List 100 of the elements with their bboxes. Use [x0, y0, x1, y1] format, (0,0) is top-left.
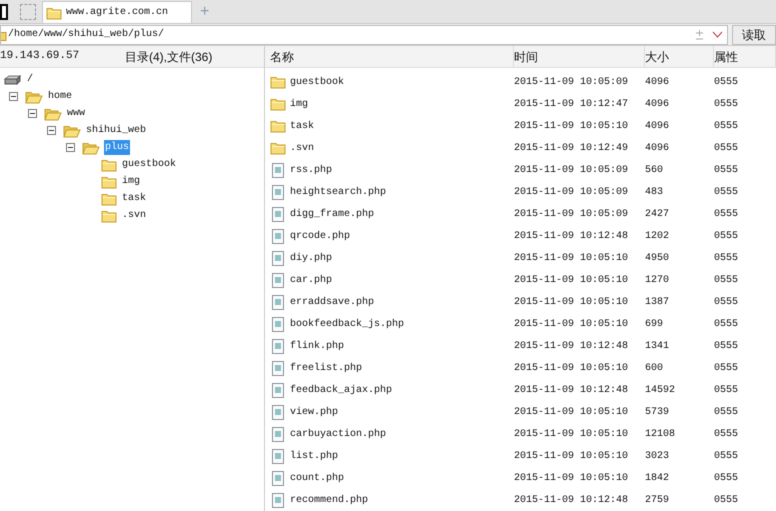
- file-icon: [272, 338, 284, 354]
- tree-item[interactable]: .svn: [121, 208, 148, 223]
- file-name[interactable]: qrcode.php: [290, 228, 350, 244]
- path-text: /home/www/shihui_web/plus/: [8, 28, 166, 42]
- modified-time: 2015-11-09 10:12:48: [514, 340, 628, 352]
- file-name[interactable]: img: [290, 96, 308, 112]
- open-folder-icon: [82, 140, 100, 154]
- folder-icon: [270, 75, 286, 89]
- folder-icon: [270, 119, 286, 133]
- file-icon: [272, 316, 284, 332]
- file-permissions: 0555: [714, 472, 738, 484]
- file-permissions: 0555: [714, 384, 738, 396]
- tree-item[interactable]: /: [26, 72, 34, 87]
- file-name[interactable]: car.php: [290, 272, 332, 288]
- modified-time: 2015-11-09 10:05:10: [514, 472, 628, 484]
- modified-time: 2015-11-09 10:12:48: [514, 230, 628, 242]
- file-size: 483: [645, 186, 664, 198]
- read-button[interactable]: 读取: [732, 24, 776, 44]
- file-icon: [272, 404, 284, 420]
- file-name[interactable]: diy.php: [290, 250, 332, 266]
- file-permissions: 0555: [714, 120, 738, 132]
- modified-time: 2015-11-09 10:05:10: [514, 296, 628, 308]
- column-header[interactable]: 名称: [265, 46, 514, 68]
- modified-time: 2015-11-09 10:05:10: [514, 318, 628, 330]
- file-size: 699: [645, 318, 664, 330]
- file-name[interactable]: task: [290, 118, 314, 134]
- file-name[interactable]: rss.php: [290, 162, 332, 178]
- file-size: 1842: [645, 472, 670, 484]
- file-permissions: 0555: [714, 208, 738, 220]
- app-icon[interactable]: [0, 4, 8, 20]
- file-name[interactable]: heightsearch.php: [290, 184, 386, 200]
- modified-time: 2015-11-09 10:12:47: [514, 98, 628, 110]
- file-name[interactable]: bookfeedback_js.php: [290, 316, 404, 332]
- file-icon: [272, 206, 284, 222]
- file-name[interactable]: guestbook: [290, 74, 344, 90]
- column-header[interactable]: 属性: [714, 46, 776, 68]
- file-icon: [272, 360, 284, 376]
- file-permissions: 0555: [714, 164, 738, 176]
- file-name[interactable]: carbuyaction.php: [290, 426, 386, 442]
- file-size: 1202: [645, 230, 670, 242]
- address-field[interactable]: /home/www/shihui_web/plus/: [0, 24, 728, 44]
- open-folder-icon: [44, 106, 62, 120]
- file-name[interactable]: .svn: [290, 140, 314, 156]
- folder-icon: [270, 97, 286, 111]
- chevron-down-icon[interactable]: [712, 31, 723, 38]
- modified-time: 2015-11-09 10:05:10: [514, 450, 628, 462]
- file-icon: [272, 184, 284, 200]
- file-permissions: 0555: [714, 450, 738, 462]
- collapse-toggle[interactable]: [28, 109, 37, 118]
- file-size: 4096: [645, 98, 670, 110]
- file-size: 3023: [645, 450, 670, 462]
- modified-time: 2015-11-09 10:05:10: [514, 120, 628, 132]
- file-name[interactable]: feedback_ajax.php: [290, 382, 392, 398]
- file-permissions: 0555: [714, 76, 738, 88]
- collapse-toggle[interactable]: [47, 126, 56, 135]
- tree-item[interactable]: task: [121, 191, 148, 206]
- column-header[interactable]: 时间: [514, 46, 645, 68]
- file-name[interactable]: digg_frame.php: [290, 206, 374, 222]
- file-name[interactable]: freelist.php: [290, 360, 362, 376]
- file-name[interactable]: flink.php: [290, 338, 344, 354]
- file-icon: [272, 250, 284, 266]
- file-name[interactable]: erraddsave.php: [290, 294, 374, 310]
- folder-icon: [101, 208, 117, 222]
- tree-item[interactable]: guestbook: [121, 157, 178, 172]
- file-name[interactable]: recommend.php: [290, 492, 368, 508]
- file-name[interactable]: count.php: [290, 470, 344, 486]
- tree-item[interactable]: www: [66, 106, 86, 121]
- file-icon: [272, 448, 284, 464]
- modified-time: 2015-11-09 10:05:09: [514, 208, 628, 220]
- file-icon: [272, 272, 284, 288]
- summary-text: 目录(4),文件(36): [125, 48, 212, 66]
- modified-time: 2015-11-09 10:05:10: [514, 252, 628, 264]
- collapse-toggle[interactable]: [9, 92, 18, 101]
- tree-item[interactable]: shihui_web: [85, 123, 148, 138]
- tree-item[interactable]: home: [47, 89, 74, 104]
- column-header[interactable]: 大小: [645, 46, 714, 68]
- folder-icon: [46, 6, 62, 20]
- file-size: 14592: [645, 384, 676, 396]
- file-name[interactable]: view.php: [290, 404, 338, 420]
- collapse-toggle[interactable]: [66, 143, 75, 152]
- file-size: 5739: [645, 406, 670, 418]
- file-size: 600: [645, 362, 664, 374]
- tree-item[interactable]: img: [121, 174, 142, 189]
- modified-time: 2015-11-09 10:05:09: [514, 186, 628, 198]
- file-size: 2759: [645, 494, 670, 506]
- browser-tab[interactable]: www.agrite.com.cn: [42, 1, 192, 23]
- file-size: 4096: [645, 120, 670, 132]
- file-permissions: 0555: [714, 296, 738, 308]
- file-icon: [272, 162, 284, 178]
- file-size: 4950: [645, 252, 670, 264]
- file-icon: [272, 294, 284, 310]
- file-name[interactable]: list.php: [290, 448, 338, 464]
- file-permissions: 0555: [714, 494, 738, 506]
- file-permissions: 0555: [714, 142, 738, 154]
- file-permissions: 0555: [714, 406, 738, 418]
- file-icon: [272, 426, 284, 442]
- file-size: 1387: [645, 296, 670, 308]
- file-permissions: 0555: [714, 362, 738, 374]
- modified-time: 2015-11-09 10:12:48: [514, 494, 628, 506]
- folder-icon: [101, 192, 117, 206]
